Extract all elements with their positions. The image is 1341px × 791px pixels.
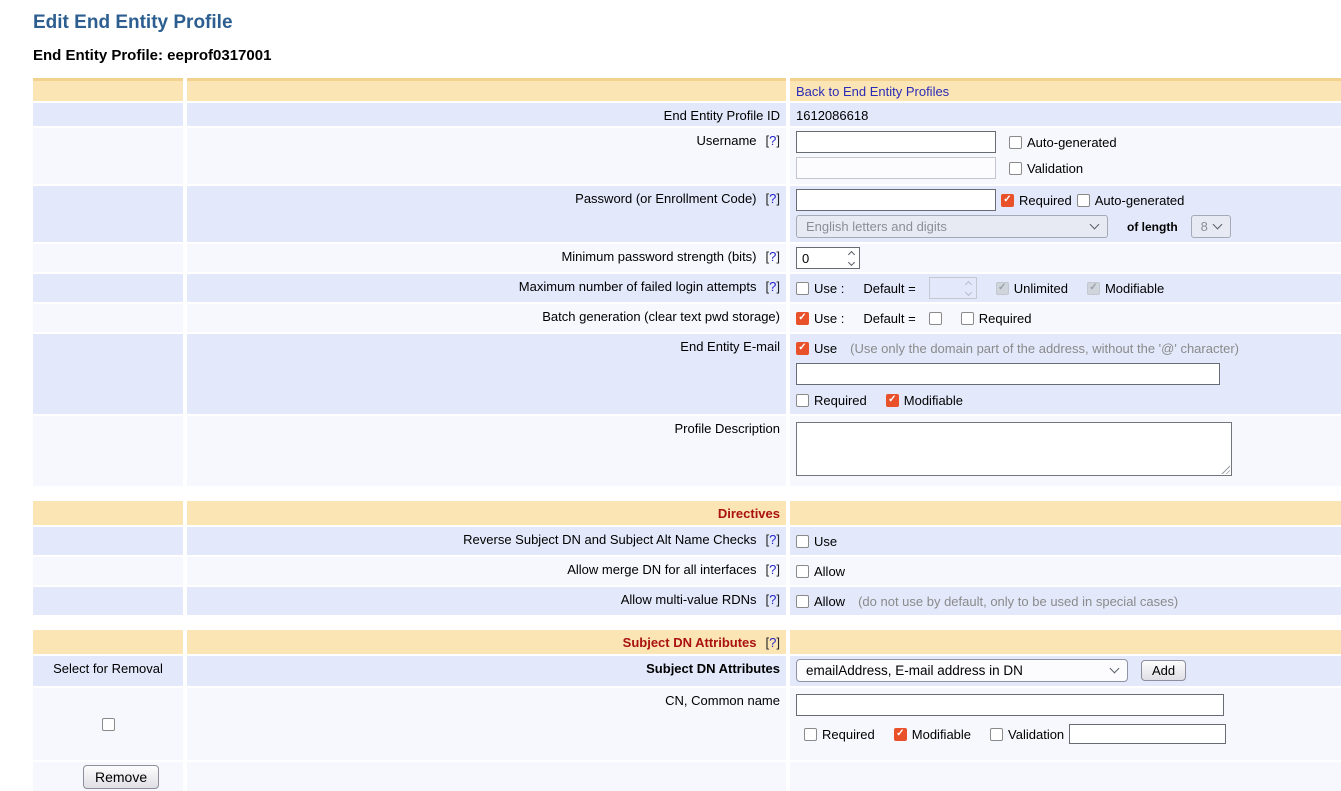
batch-use-label: Use : [814,311,844,326]
allow-merge-dn-label: Allow merge DN for all interfaces [567,562,756,577]
spinner-up-icon[interactable] [848,250,855,257]
cn-modifiable-label: Modifiable [912,727,971,742]
cn-removal-checkbox[interactable] [102,718,115,731]
page-title: Edit End Entity Profile [33,12,1341,34]
allow-merge-help: [?] [766,562,780,577]
max-failed-use-checkbox[interactable] [796,282,809,295]
batch-default-checkbox[interactable] [929,312,942,325]
min-strength-help: [?] [766,249,780,264]
spinner-down-icon [965,288,972,295]
of-length-label: of length [1127,220,1178,234]
password-autogenerated-checkbox[interactable] [1077,194,1090,207]
email-note: (Use only the domain part of the address… [850,341,1239,356]
cn-validation-label: Validation [1008,727,1064,742]
allow-multivalue-label: Allow multi-value RDNs [621,592,757,607]
max-failed-default-label: Default = [863,281,915,296]
profile-description-textarea[interactable] [796,422,1232,476]
chevron-down-icon [1090,220,1100,230]
password-label: Password (or Enrollment Code) [575,191,756,206]
spinner-up-icon [965,280,972,287]
spinner-icons [966,282,971,295]
subject-dn-help: [?] [766,635,780,650]
password-generator-select[interactable]: English letters and digits [796,215,1108,238]
profile-name-heading: End Entity Profile: eeprof0317001 [33,47,1341,64]
max-failed-default-input[interactable] [929,277,977,299]
allow-multivalue-checkbox-label: Allow [814,594,845,609]
cn-required-label: Required [822,727,875,742]
max-failed-unlimited-checkbox[interactable] [996,282,1009,295]
directives-table: Directives Reverse Subject DN and Subjec… [33,501,1341,615]
select-for-removal-label: Select for Removal [33,656,183,686]
reverse-dn-checks-label: Reverse Subject DN and Subject Alt Name … [463,532,756,547]
password-input[interactable] [796,189,996,211]
max-failed-use-label: Use : [814,281,844,296]
remove-button[interactable]: Remove [83,765,159,789]
password-help: [?] [766,191,780,206]
main-profile-table: Back to End Entity Profiles End Entity P… [33,78,1341,486]
add-attribute-button[interactable]: Add [1141,660,1186,681]
chevron-down-icon [1110,664,1120,674]
password-length-select[interactable]: 8 [1191,215,1231,238]
allow-merge-checkbox[interactable] [796,565,809,578]
subject-dn-title: Subject DN Attributes [623,635,757,650]
username-autogenerated-checkbox[interactable] [1009,136,1022,149]
description-label: Profile Description [187,416,786,486]
profile-id-label: End Entity Profile ID [187,103,786,126]
max-failed-label: Maximum number of failed login attempts [519,279,757,294]
email-required-checkbox[interactable] [796,394,809,407]
batch-label: Batch generation (clear text pwd storage… [187,304,786,332]
max-failed-modifiable-label: Modifiable [1105,281,1164,296]
cn-label: CN, Common name [187,688,786,760]
chevron-down-icon [1212,220,1222,230]
batch-required-label: Required [979,311,1032,326]
directives-title: Directives [187,501,786,525]
password-required-label: Required [1019,193,1072,208]
profile-id-value: 1612086618 [790,103,1341,126]
min-password-strength-input[interactable]: 0 [796,247,860,269]
email-domain-input[interactable] [796,363,1220,385]
batch-use-checkbox[interactable] [796,312,809,325]
email-modifiable-checkbox[interactable] [886,394,899,407]
cn-required-checkbox[interactable] [804,728,817,741]
subject-dn-attributes-label: Subject DN Attributes [187,656,786,686]
username-validation-checkbox[interactable] [1009,162,1022,175]
spinner-down-icon[interactable] [848,258,855,265]
username-input[interactable] [796,131,996,153]
max-failed-help: [?] [766,279,780,294]
allow-multivalue-help: [?] [766,592,780,607]
max-failed-modifiable-checkbox[interactable] [1087,282,1100,295]
batch-default-label: Default = [863,311,915,326]
email-use-label: Use [814,341,837,356]
email-required-label: Required [814,393,867,408]
reverse-dn-use-checkbox[interactable] [796,535,809,548]
email-label: End Entity E-mail [187,334,786,414]
min-strength-label: Minimum password strength (bits) [561,249,756,264]
username-label: Username [697,133,757,148]
username-help: [?] [766,133,780,148]
allow-merge-checkbox-label: Allow [814,564,845,579]
email-modifiable-label: Modifiable [904,393,963,408]
password-autogenerated-label: Auto-generated [1095,193,1185,208]
username-validation-label: Validation [1027,161,1083,176]
max-failed-unlimited-label: Unlimited [1014,281,1068,296]
back-to-profiles-link[interactable]: Back to End Entity Profiles [796,84,949,99]
password-required-checkbox[interactable] [1001,194,1014,207]
allow-multivalue-note: (do not use by default, only to be used … [858,594,1178,609]
email-use-checkbox[interactable] [796,342,809,355]
cn-modifiable-checkbox[interactable] [894,728,907,741]
min-strength-value: 0 [802,251,809,266]
cn-validation-input[interactable] [1069,724,1226,744]
batch-required-checkbox[interactable] [961,312,974,325]
allow-multivalue-checkbox[interactable] [796,595,809,608]
cn-validation-checkbox[interactable] [990,728,1003,741]
username-autogenerated-label: Auto-generated [1027,135,1117,150]
subject-dn-table: Subject DN Attributes [?] Select for Rem… [33,630,1341,791]
cn-value-input[interactable] [796,694,1224,716]
reverse-dn-use-label: Use [814,534,837,549]
page-content: Edit End Entity Profile End Entity Profi… [0,0,1341,791]
spinner-icons[interactable] [849,252,854,265]
reverse-dn-help: [?] [766,532,780,547]
username-validation-input[interactable] [796,157,996,179]
subject-dn-attribute-select[interactable]: emailAddress, E-mail address in DN [796,659,1128,682]
